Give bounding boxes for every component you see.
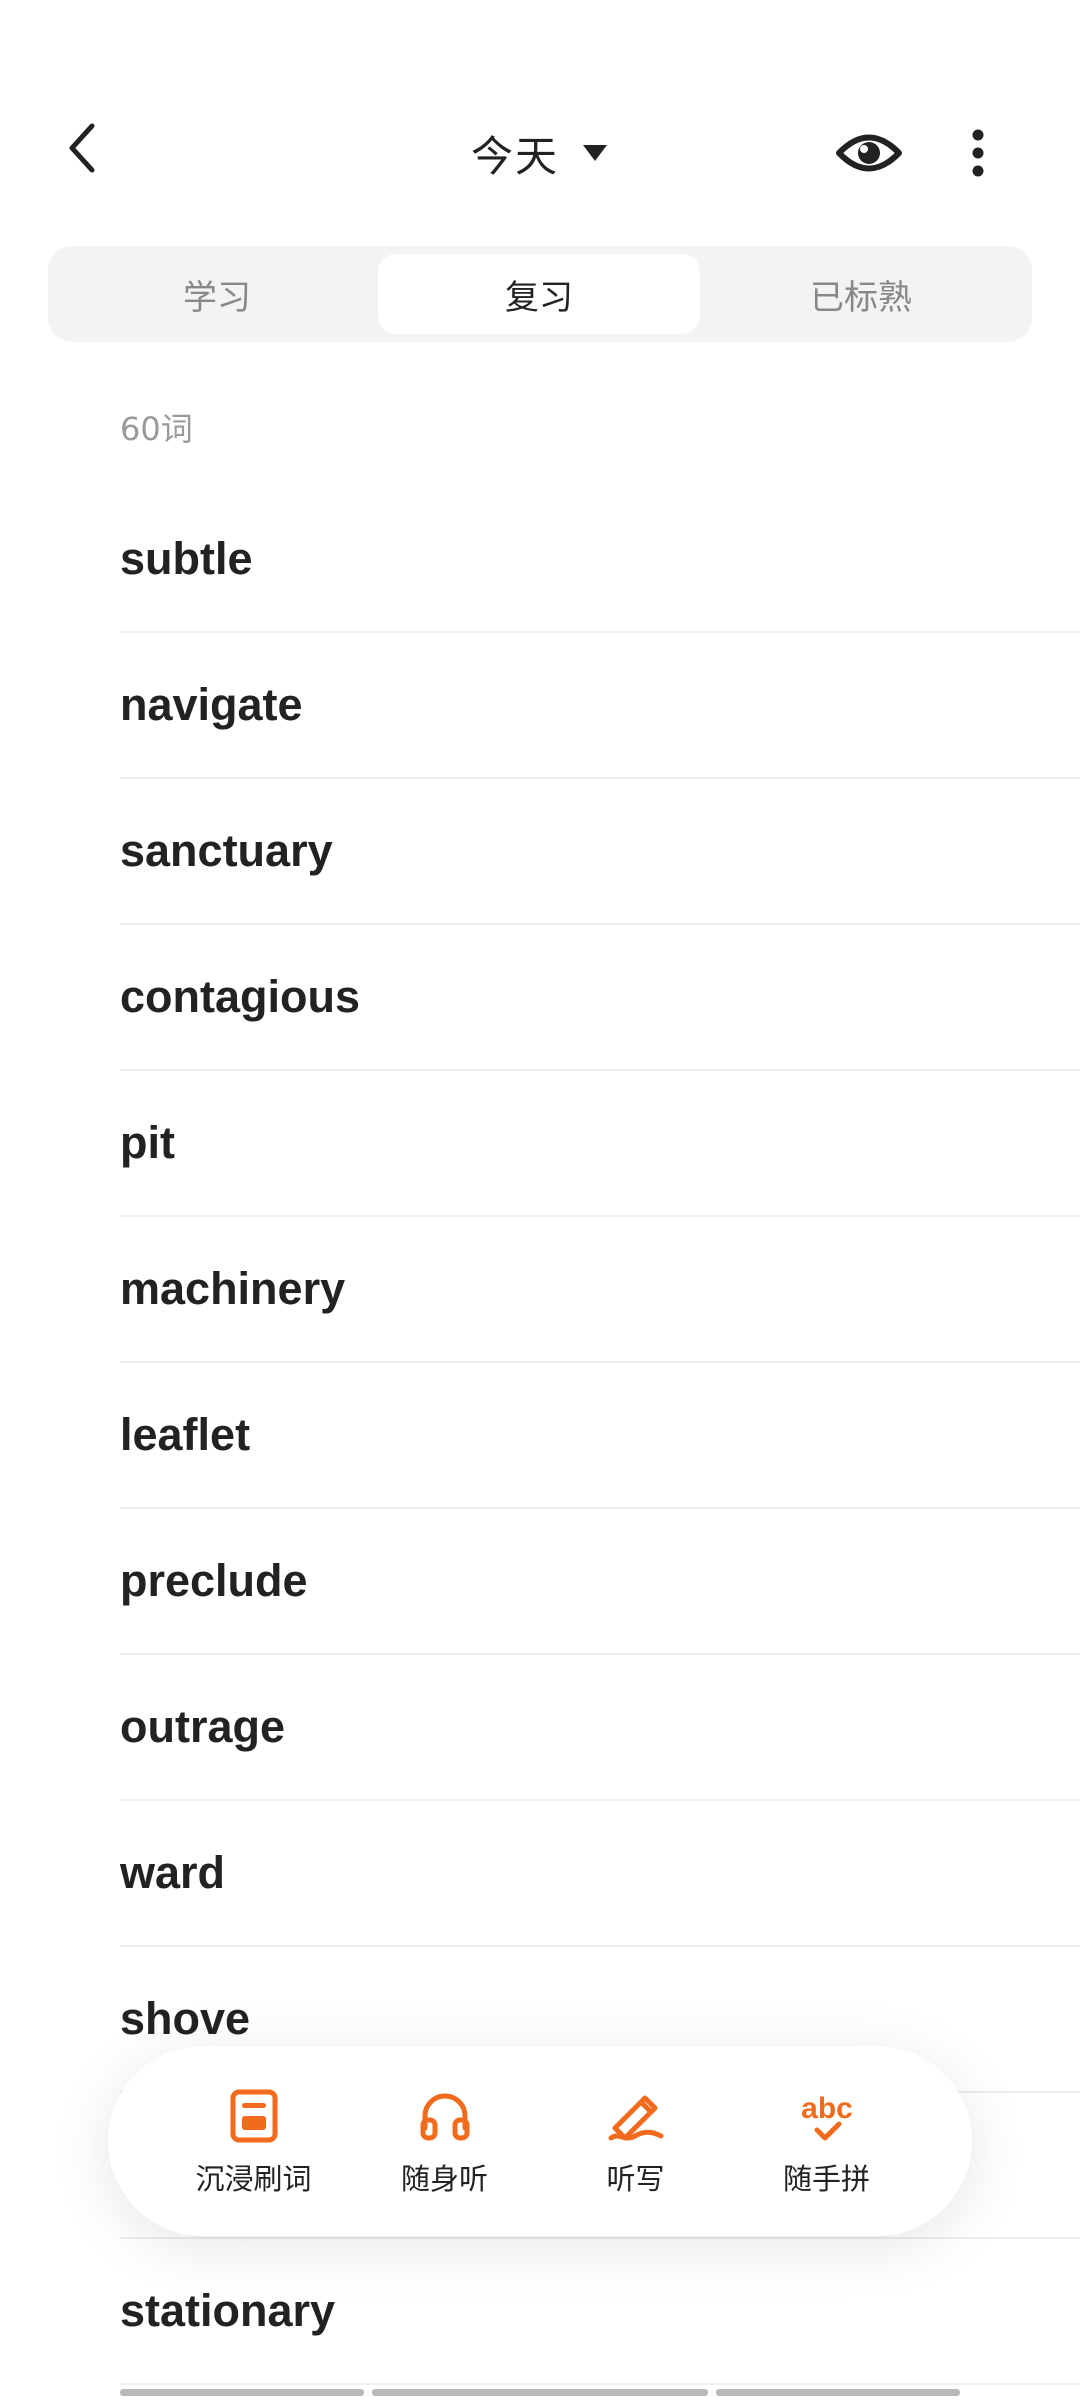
date-range-dropdown[interactable]: 今天 (471, 123, 609, 184)
word-row[interactable]: ward (120, 1801, 1080, 1947)
document-card-icon (230, 2089, 277, 2143)
mode-segmented-control: 学习 复习 已标熟 (48, 246, 1032, 342)
word-row[interactable]: preclude (120, 1509, 1080, 1655)
title-area: 今天 (0, 118, 1080, 188)
word-text: pit (120, 1117, 175, 1168)
tab-learn[interactable]: 学习 (56, 254, 378, 334)
word-count: 60词 (120, 410, 193, 448)
word-row[interactable]: machinery (120, 1217, 1080, 1363)
word-row[interactable]: navigate (120, 633, 1080, 779)
action-label: 随手拼 (782, 2162, 870, 2196)
word-row[interactable]: sanctuary (120, 779, 1080, 925)
scroll-indicator (120, 2389, 960, 2396)
tab-mastered[interactable]: 已标熟 (700, 254, 1022, 334)
pencil-icon (608, 2095, 663, 2141)
word-text: outrage (120, 1701, 286, 1752)
abc-check-icon: abc (801, 2092, 853, 2141)
quick-spell-button[interactable]: abc 随手拼 (752, 2084, 902, 2198)
word-text: contagious (120, 971, 361, 1022)
action-label: 随身听 (400, 2162, 488, 2196)
word-text: preclude (120, 1555, 308, 1606)
tab-review[interactable]: 复习 (378, 254, 700, 334)
word-row[interactable]: contagious (120, 925, 1080, 1071)
scroll-indicator-segment (716, 2389, 960, 2396)
back-button[interactable] (52, 118, 112, 178)
word-text: subtle (120, 533, 253, 584)
word-text: sanctuary (120, 825, 333, 876)
more-options-button[interactable] (958, 118, 998, 188)
scroll-indicator-segment (372, 2389, 708, 2396)
word-row[interactable]: stationary (120, 2239, 1080, 2385)
more-vertical-icon (972, 129, 984, 177)
chevron-left-icon (69, 123, 95, 173)
scroll-indicator-segment (120, 2389, 364, 2396)
svg-text:abc: abc (801, 2092, 853, 2125)
word-row[interactable]: subtle (120, 487, 1080, 633)
headphones-icon (420, 2093, 469, 2141)
listen-on-the-go-button[interactable]: 随身听 (370, 2084, 520, 2198)
word-text: machinery (120, 1263, 346, 1314)
word-text: leaflet (120, 1409, 251, 1460)
page-title: 今天 (470, 131, 559, 181)
word-row[interactable]: outrage (120, 1655, 1080, 1801)
top-bar: 今天 (0, 0, 1080, 220)
dictation-button[interactable]: 听写 (561, 2084, 711, 2198)
action-label: 沉浸刷词 (195, 2162, 312, 2196)
immersive-drill-button[interactable]: 沉浸刷词 (179, 2084, 329, 2198)
word-text: ward (120, 1847, 226, 1898)
word-row[interactable]: leaflet (120, 1363, 1080, 1509)
study-mode-action-bar: 沉浸刷词 随身听 听写 abc 随手拼 (108, 2046, 972, 2236)
caret-down-icon (583, 145, 607, 161)
word-text: shove (120, 1993, 251, 2044)
eye-icon (836, 134, 902, 172)
word-row[interactable]: pit (120, 1071, 1080, 1217)
word-text: navigate (120, 679, 303, 730)
word-text: stationary (120, 2285, 336, 2336)
action-label: 听写 (606, 2162, 665, 2196)
toggle-meaning-button[interactable] (834, 118, 904, 188)
